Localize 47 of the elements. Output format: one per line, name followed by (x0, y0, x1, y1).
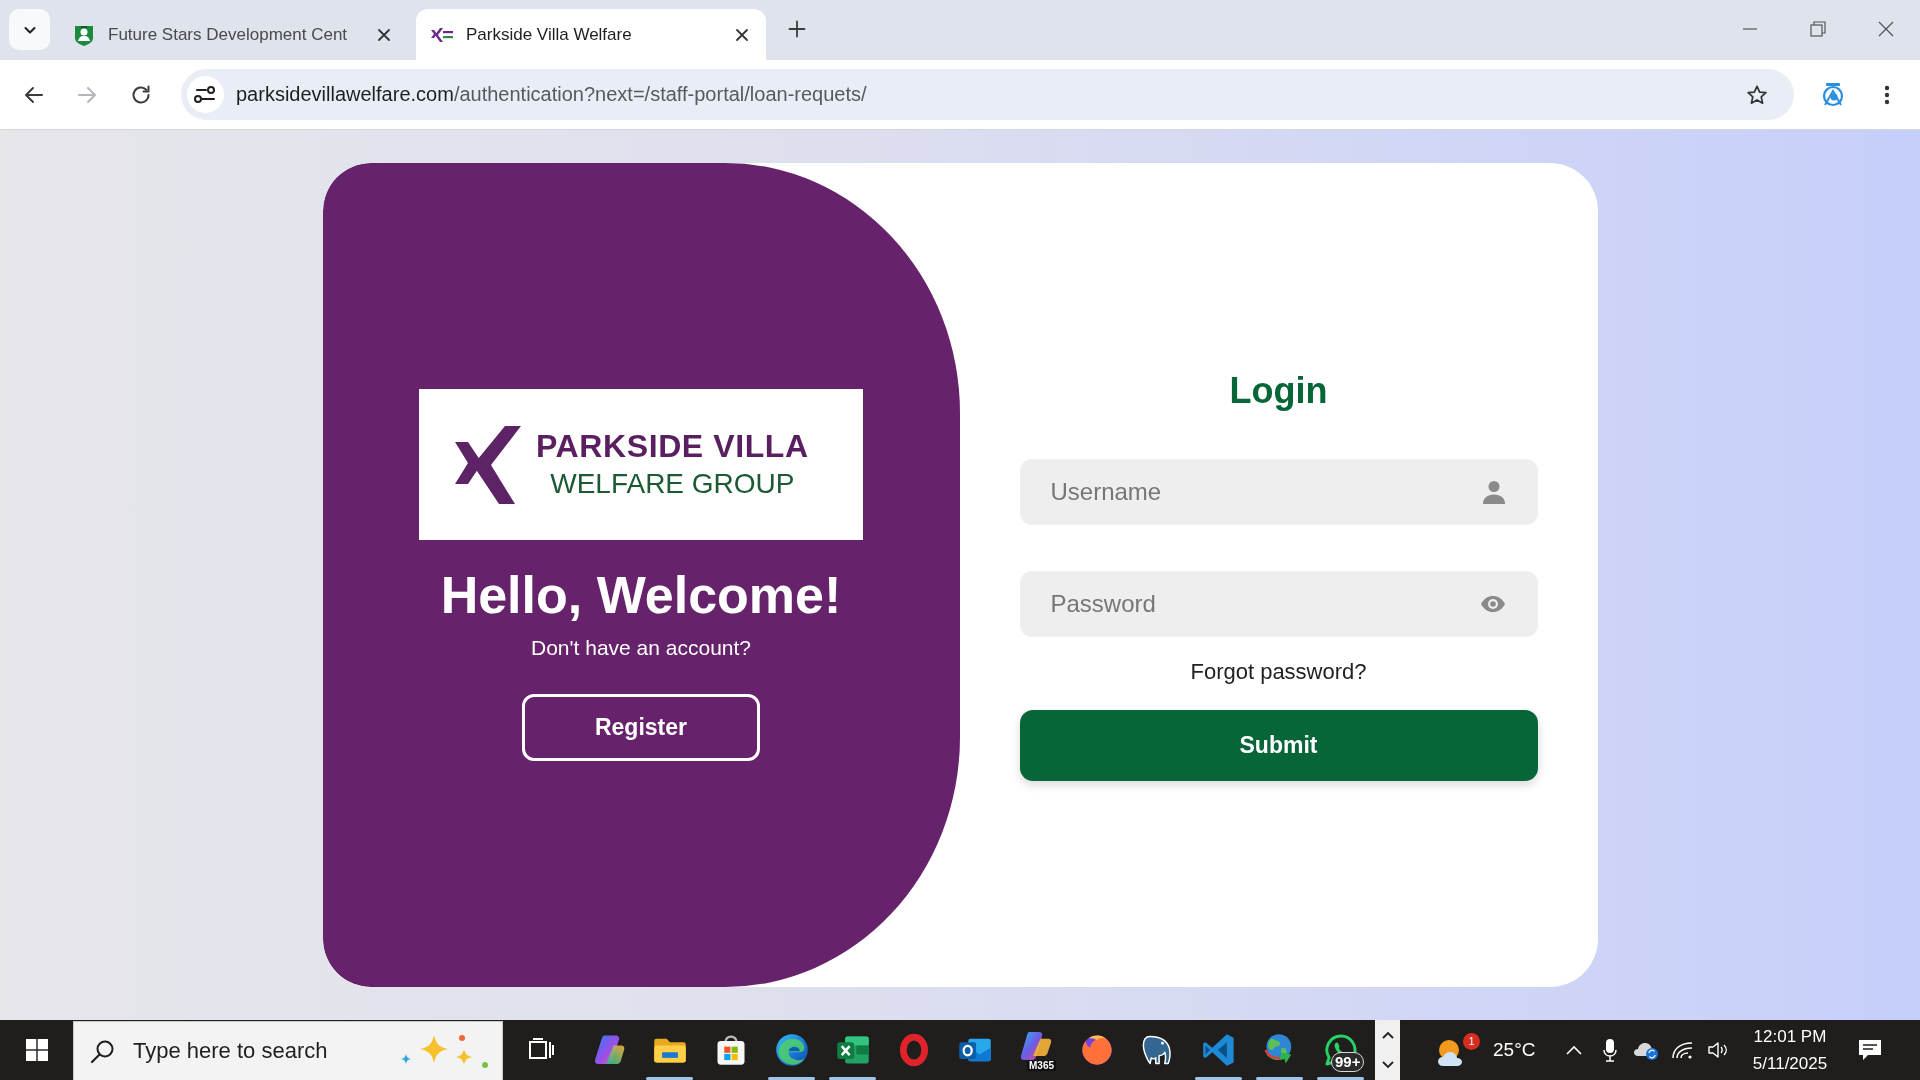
code-icon[interactable] (1200, 1032, 1237, 1068)
alert-count-badge: 1 (1463, 1033, 1480, 1050)
browser-tab[interactable]: Parkside Villa Welfare (416, 9, 766, 60)
cloud-sync-icon[interactable] (1633, 1040, 1659, 1060)
search-input[interactable]: Type here to search (133, 1036, 398, 1066)
sun-cloud-icon[interactable] (1437, 1039, 1463, 1067)
password-input[interactable]: Password (1050, 589, 1480, 619)
x-mark-icon (455, 425, 521, 504)
chevron-up-icon[interactable] (1380, 1030, 1395, 1040)
person-icon (1481, 480, 1506, 504)
login-title: Login (1229, 369, 1328, 412)
logo-text: WELFARE GROUP (550, 466, 795, 501)
search-field[interactable]: Type here to search (73, 1021, 503, 1080)
close-icon[interactable] (1878, 21, 1894, 37)
forgot-password-link[interactable]: Forgot password? (1190, 659, 1367, 685)
signup-prompt: Don't have an account? (531, 636, 751, 660)
browser-tab[interactable]: Future Stars Development Cent (58, 9, 408, 60)
star-icon[interactable] (1746, 83, 1768, 106)
wifi-icon[interactable] (1670, 1040, 1694, 1060)
wave-circle-icon[interactable] (773, 1032, 810, 1068)
new-tab-plus-icon[interactable] (788, 20, 806, 38)
username-field[interactable]: Username (1019, 459, 1538, 525)
register-button[interactable]: Register (522, 694, 760, 761)
clock-date: 5/11/2025 (1752, 1053, 1828, 1075)
microphone-icon[interactable] (1603, 1038, 1617, 1062)
tab-list-button[interactable] (9, 9, 50, 50)
menu-icon[interactable] (1884, 84, 1890, 105)
username-input[interactable]: Username (1050, 477, 1482, 507)
welcome-heading: Hello, Welcome! (440, 565, 842, 625)
restore-icon[interactable] (1810, 21, 1826, 37)
unread-count-badge: 99+ (1331, 1052, 1365, 1072)
message-icon[interactable] (1858, 1039, 1882, 1061)
app-label: M365 (1027, 1060, 1056, 1071)
close-icon[interactable] (376, 26, 392, 43)
close-icon[interactable] (734, 26, 750, 43)
sliders-icon[interactable] (187, 76, 224, 113)
clock-time: 12:01 PM (1753, 1026, 1827, 1048)
speaker-icon[interactable] (1707, 1040, 1729, 1060)
eye-icon[interactable] (1479, 595, 1506, 613)
chevron-down-icon[interactable] (1380, 1060, 1395, 1070)
temperature: 25°C (1493, 1039, 1536, 1061)
submit-button[interactable]: Submit (1019, 710, 1538, 781)
address-bar[interactable]: parksidevillawelfare.com/authentication?next=/staff-portal/loan-requets/ (181, 69, 1794, 120)
window-logo-icon[interactable] (25, 1039, 48, 1061)
logo-text: PARKSIDE VILLA (536, 426, 809, 465)
password-field[interactable]: Password (1019, 571, 1538, 637)
search-icon (90, 1038, 115, 1064)
